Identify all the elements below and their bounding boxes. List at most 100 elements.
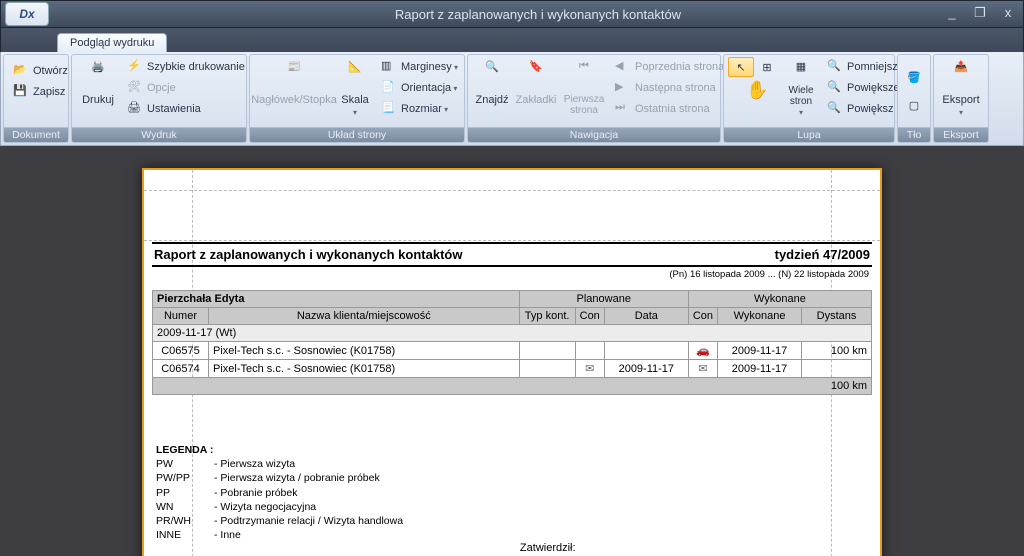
header-footer-icon: 📰 — [278, 60, 310, 92]
options-button[interactable]: 🛠 Opcje — [122, 78, 250, 98]
find-label: Znajdź — [475, 94, 508, 106]
col-wykonane: Wykonane — [688, 291, 871, 308]
printer-icon: 🖨️ — [82, 60, 114, 92]
h-con2: Con — [688, 308, 717, 325]
ribbon: 📂 Otwórz 💾 Zapisz Dokument 🖨️ Drukuj ⚡ S… — [0, 52, 1024, 146]
find-button[interactable]: 🔍 Znajdź — [472, 57, 512, 121]
sum-row: 100 km — [153, 378, 872, 395]
last-page-button[interactable]: ⏭ Ostatnia strona — [610, 99, 729, 119]
app-icon[interactable]: Dx — [5, 2, 49, 26]
report-date-range: (Pn) 16 listopada 2009 ... (N) 22 listop… — [152, 267, 872, 290]
next-page-icon: ▶ — [615, 80, 631, 96]
pointer-icon: ↖ — [736, 61, 745, 74]
next-page-label: Następna strona — [635, 82, 716, 94]
legend: LEGENDA : PW- Pierwsza wizyta PW/PP- Pie… — [152, 443, 872, 542]
report-title: Raport z zaplanowanych i wykonanych kont… — [154, 247, 462, 262]
bookmarks-icon: 🔖 — [520, 60, 552, 92]
print-label: Drukuj — [82, 94, 114, 106]
preview-area[interactable]: Raport z zaplanowanych i wykonanych kont… — [0, 146, 1024, 556]
hand-tool-button[interactable]: ✋ — [728, 77, 780, 121]
open-button[interactable]: 📂 Otwórz — [8, 61, 73, 81]
zoom-in-label: Powiększ — [847, 103, 893, 115]
first-page-button[interactable]: ⏮ Pierwsza strona — [560, 57, 608, 121]
print-button[interactable]: 🖨️ Drukuj — [76, 57, 120, 121]
background-color-button[interactable]: 🪣 — [902, 65, 926, 89]
paint-icon: 🪣 — [907, 71, 921, 84]
prev-page-button[interactable]: ◀ Poprzednia strona — [610, 57, 729, 77]
table-row: C06574 Pixel-Tech s.c. - Sosnowiec (K017… — [153, 360, 872, 378]
scale-icon: 📐 — [339, 60, 371, 92]
find-icon: 🔍 — [476, 60, 508, 92]
many-pages-button[interactable]: ▦ Wiele stron — [782, 57, 820, 121]
header-footer-label: Nagłówek/Stopka — [251, 94, 337, 106]
h-nazwa: Nazwa klienta/miejscowość — [209, 308, 520, 325]
orientation-label: Orientacja — [401, 82, 457, 94]
export-label: Eksport — [942, 94, 979, 118]
size-icon: 📃 — [381, 101, 397, 117]
report-table: Pierzchała Edyta Planowane Wykonane Nume… — [152, 290, 872, 395]
export-button[interactable]: 📤 Eksport — [938, 57, 984, 121]
header-footer-button[interactable]: 📰 Nagłówek/Stopka — [254, 57, 334, 121]
settings-icon: 🖨 — [127, 101, 143, 117]
quick-print-label: Szybkie drukowanie — [147, 61, 245, 73]
margins-label: Marginesy — [401, 61, 458, 73]
date-group: 2009-11-17 (Wt) — [153, 325, 872, 342]
folder-open-icon: 📂 — [13, 63, 29, 79]
quick-print-icon: ⚡ — [127, 59, 143, 75]
margins-button[interactable]: ▥ Marginesy — [376, 57, 463, 77]
approved-label: Zatwierdził: — [520, 542, 740, 554]
zoom-in-icon: 🔍 — [827, 101, 843, 117]
thumbnails-icon: ⊞ — [762, 61, 771, 74]
tab-strip: Podgląd wydruku — [0, 28, 1024, 52]
quick-print-button[interactable]: ⚡ Szybkie drukowanie — [122, 57, 250, 77]
bookmarks-button[interactable]: 🔖 Zakładki — [514, 57, 558, 121]
first-page-icon: ⏮ — [568, 60, 600, 92]
settings-button[interactable]: 🖨 Ustawienia — [122, 99, 250, 119]
size-button[interactable]: 📃 Rozmiar — [376, 99, 463, 119]
h-con1: Con — [575, 308, 604, 325]
group-label-lupa: Lupa — [724, 127, 894, 142]
save-button[interactable]: 💾 Zapisz — [8, 82, 73, 102]
orientation-button[interactable]: 📄 Orientacja — [376, 78, 463, 98]
hand-icon: ✋ — [746, 80, 762, 96]
pointer-tool-button[interactable]: ↖ — [728, 57, 754, 77]
thumbnails-button[interactable]: ⊞ — [754, 57, 780, 77]
prev-page-label: Poprzednia strona — [635, 61, 724, 73]
report-week: tydzień 47/2009 — [775, 247, 870, 262]
table-row: C06575 Pixel-Tech s.c. - Sosnowiec (K017… — [153, 342, 872, 360]
signature-block: Zatwierdził: Data i podpis : ...........… — [520, 542, 740, 556]
restore-button[interactable]: ❐ — [971, 5, 989, 21]
bookmarks-label: Zakładki — [516, 94, 557, 106]
orientation-icon: 📄 — [381, 80, 397, 96]
group-label-nawigacja: Nawigacja — [468, 127, 720, 142]
group-label-tlo: Tło — [898, 127, 930, 142]
h-wyk: Wykonane — [718, 308, 802, 325]
save-label: Zapisz — [33, 86, 65, 98]
group-label-wydruk: Wydruk — [72, 127, 246, 142]
last-page-label: Ostatnia strona — [635, 103, 710, 115]
minimize-button[interactable]: _ — [943, 5, 961, 21]
first-page-label: Pierwsza strona — [564, 94, 605, 116]
scale-label: Skala — [341, 94, 369, 118]
options-label: Opcje — [147, 82, 176, 94]
legend-title: LEGENDA : — [156, 444, 213, 456]
zoom-icon: 🔍 — [827, 80, 843, 96]
h-dyst: Dystans — [802, 308, 872, 325]
h-numer: Numer — [153, 308, 209, 325]
open-label: Otwórz — [33, 65, 68, 77]
group-label-dokument: Dokument — [4, 127, 68, 142]
title-bar: Dx Raport z zaplanowanych i wykonanych k… — [0, 0, 1024, 28]
settings-label: Ustawienia — [147, 103, 201, 115]
next-page-button[interactable]: ▶ Następna strona — [610, 78, 729, 98]
tab-print-preview[interactable]: Podgląd wydruku — [57, 33, 167, 52]
save-icon: 💾 — [13, 84, 29, 100]
close-button[interactable]: x — [999, 5, 1017, 21]
many-pages-icon: ▦ — [785, 60, 817, 83]
last-page-icon: ⏭ — [615, 101, 631, 117]
group-label-eksport: Eksport — [934, 127, 988, 142]
watermark-icon: ▢ — [909, 99, 919, 112]
window-title: Raport z zaplanowanych i wykonanych kont… — [53, 7, 1023, 22]
scale-button[interactable]: 📐 Skala — [336, 57, 374, 121]
zoom-out-icon: 🔍 — [827, 59, 843, 75]
watermark-button[interactable]: ▢ — [902, 93, 926, 117]
